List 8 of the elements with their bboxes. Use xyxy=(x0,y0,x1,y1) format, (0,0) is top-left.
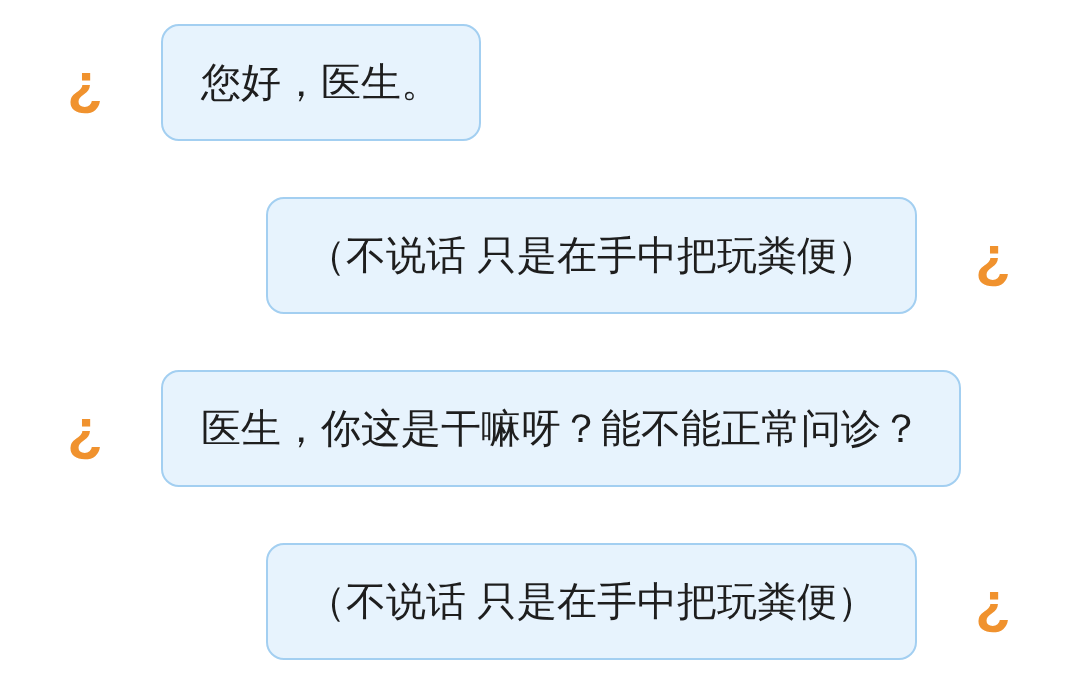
message-bubble: （不说话 只是在手中把玩粪便） xyxy=(265,543,917,660)
question-mark-icon: ¿ xyxy=(60,398,110,459)
message-bubble: （不说话 只是在手中把玩粪便） xyxy=(265,197,917,314)
question-mark-icon: ¿ xyxy=(968,225,1018,286)
question-mark-icon: ¿ xyxy=(60,52,110,113)
message-bubble: 您好，医生。 xyxy=(161,24,481,141)
question-mark-icon: ¿ xyxy=(968,571,1018,632)
message-bubble: 医生，你这是干嘛呀？能不能正常问诊？ xyxy=(161,370,961,487)
